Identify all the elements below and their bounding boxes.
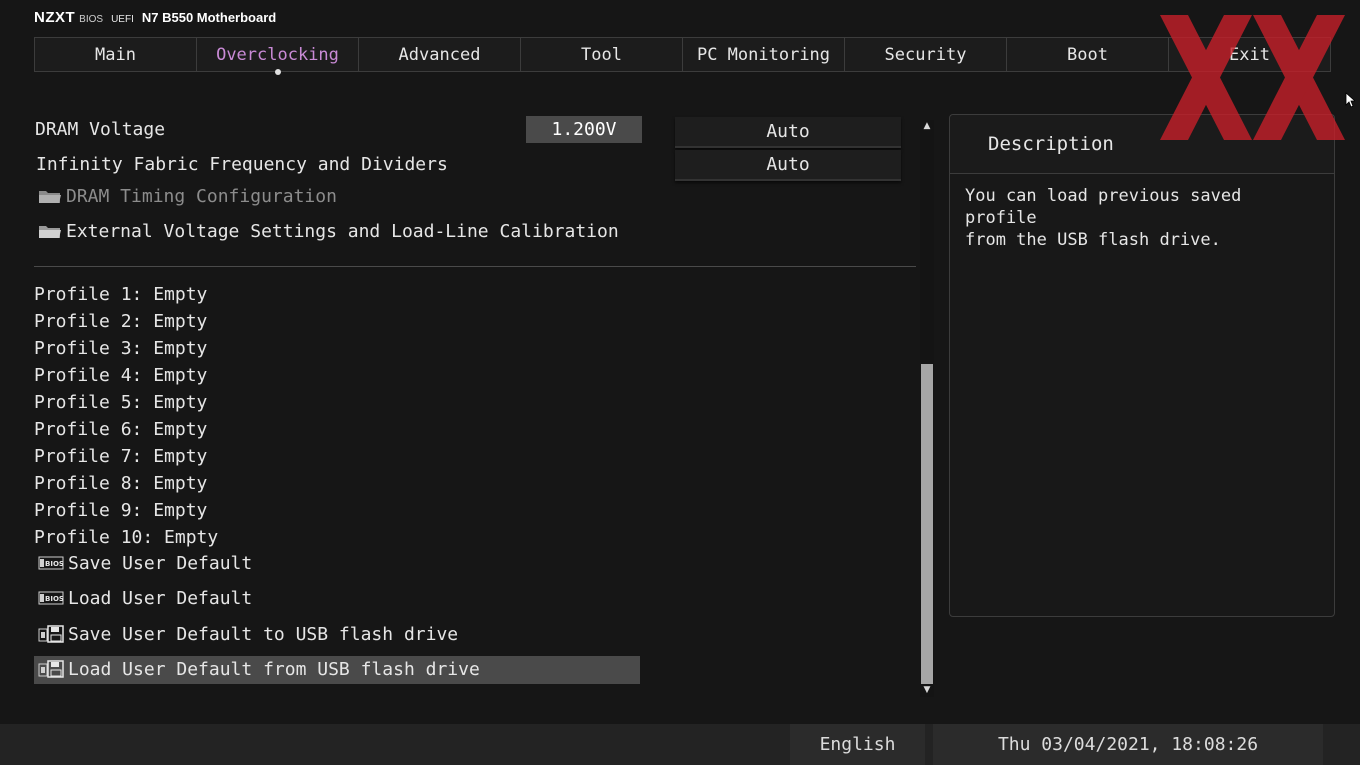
- mouse-cursor-icon: [1345, 92, 1355, 108]
- profile-5[interactable]: Profile 5: Empty: [34, 392, 207, 413]
- svg-text:BIOS: BIOS: [45, 560, 64, 568]
- profile-2[interactable]: Profile 2: Empty: [34, 311, 207, 332]
- dram-voltage-option[interactable]: Auto: [675, 117, 901, 148]
- external-voltage-label: External Voltage Settings and Load-Line …: [66, 221, 619, 242]
- infinity-fabric-option[interactable]: Auto: [675, 150, 901, 181]
- brand-header: NZXT BIOS UEFI N7 B550 Motherboard: [34, 9, 276, 29]
- profile-4[interactable]: Profile 4: Empty: [34, 365, 207, 386]
- save-user-default-item[interactable]: BIOS Save User Default: [38, 553, 252, 574]
- svg-text:BIOS: BIOS: [45, 595, 64, 603]
- scrollbar-thumb[interactable]: [921, 364, 933, 684]
- section-divider: [34, 266, 916, 267]
- brand-uefi-label: UEFI: [111, 14, 134, 25]
- watermark-logo: [1160, 15, 1345, 140]
- tab-boot[interactable]: Boot: [1007, 38, 1169, 71]
- board-name: N7 B550 Motherboard: [141, 10, 277, 25]
- profile-8[interactable]: Profile 8: Empty: [34, 473, 207, 494]
- load-usb-item[interactable]: Load User Default from USB flash drive: [38, 659, 480, 680]
- load-user-default-label: Load User Default: [68, 588, 253, 609]
- usb-save-icon: [38, 625, 64, 643]
- tab-tool[interactable]: Tool: [521, 38, 683, 71]
- scroll-down-arrow-icon[interactable]: ▼: [922, 685, 932, 695]
- profile-6[interactable]: Profile 6: Empty: [34, 419, 207, 440]
- bios-chip-icon: BIOS: [38, 556, 64, 570]
- tab-advanced[interactable]: Advanced: [359, 38, 521, 71]
- brand-logo: NZXT: [34, 9, 76, 26]
- datetime-display[interactable]: Thu 03/04/2021, 18:08:26: [933, 724, 1323, 765]
- dram-timing-label: DRAM Timing Configuration: [66, 186, 337, 207]
- description-text: You can load previous saved profile from…: [965, 186, 1242, 250]
- load-usb-label: Load User Default from USB flash drive: [68, 659, 480, 680]
- profile-3[interactable]: Profile 3: Empty: [34, 338, 207, 359]
- profile-1[interactable]: Profile 1: Empty: [34, 284, 207, 305]
- bios-chip-icon: BIOS: [38, 591, 64, 605]
- save-user-default-label: Save User Default: [68, 553, 253, 574]
- usb-save-icon: [38, 660, 64, 678]
- brand-bios-label: BIOS: [79, 14, 104, 25]
- folder-icon: [39, 226, 61, 238]
- tab-security[interactable]: Security: [845, 38, 1007, 71]
- save-usb-label: Save User Default to USB flash drive: [68, 624, 459, 645]
- profile-9[interactable]: Profile 9: Empty: [34, 500, 207, 521]
- load-user-default-item[interactable]: BIOS Load User Default: [38, 588, 252, 609]
- description-panel: Description You can load previous saved …: [949, 114, 1335, 617]
- tab-pc-monitoring[interactable]: PC Monitoring: [683, 38, 845, 71]
- main-tab-bar: Main Overclocking Advanced Tool PC Monit…: [34, 37, 1331, 75]
- tab-overclocking[interactable]: Overclocking: [197, 38, 359, 75]
- infinity-fabric-label[interactable]: Infinity Fabric Frequency and Dividers: [36, 154, 448, 175]
- tab-main[interactable]: Main: [35, 38, 197, 71]
- profile-7[interactable]: Profile 7: Empty: [34, 446, 207, 467]
- save-usb-item[interactable]: Save User Default to USB flash drive: [38, 624, 458, 645]
- dram-voltage-label[interactable]: DRAM Voltage: [35, 119, 165, 140]
- profile-10[interactable]: Profile 10: Empty: [34, 527, 218, 548]
- dram-voltage-value: 1.200V: [526, 116, 642, 143]
- language-selector[interactable]: English: [790, 724, 925, 765]
- scroll-up-arrow-icon[interactable]: ▲: [922, 121, 932, 131]
- dram-timing-submenu[interactable]: DRAM Timing Configuration: [38, 186, 337, 207]
- folder-icon: [39, 191, 61, 203]
- external-voltage-submenu[interactable]: External Voltage Settings and Load-Line …: [38, 221, 619, 242]
- description-title: Description: [988, 133, 1114, 155]
